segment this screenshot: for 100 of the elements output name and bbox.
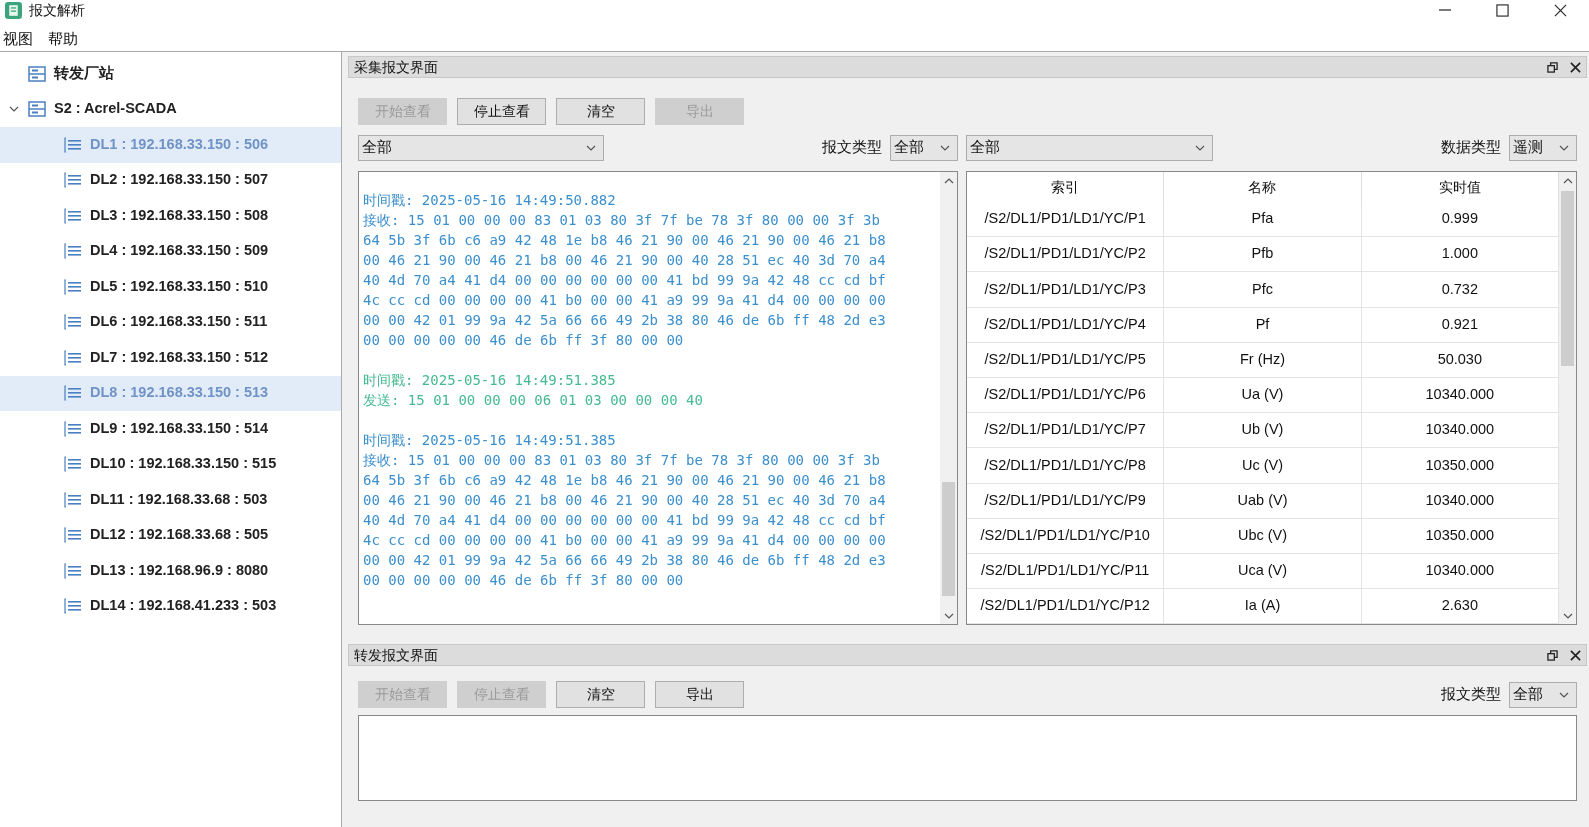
table-cell: /S2/DL1/PD1/LD1/YC/P2 — [967, 237, 1165, 272]
list-icon — [64, 278, 82, 295]
table-cell: /S2/DL1/PD1/LD1/YC/P5 — [967, 342, 1165, 377]
tree-item[interactable]: DL7 : 192.168.33.150 : 512 — [0, 340, 341, 376]
scroll-thumb[interactable] — [1561, 191, 1574, 366]
tree-item[interactable]: DL13 : 192.168.96.9 : 8080 — [0, 553, 341, 589]
table-cell: 10340.000 — [1361, 553, 1559, 589]
restore-icon[interactable] — [1547, 649, 1558, 661]
table-cell: Ub (V) — [1164, 413, 1362, 448]
tree-item[interactable]: DL6 : 192.168.33.150 : 511 — [0, 304, 341, 340]
dropdown[interactable]: 全部 — [966, 135, 1213, 161]
table-cell: /S2/DL1/PD1/LD1/YC/P10 — [967, 518, 1165, 553]
dropdown[interactable]: 全部 — [358, 135, 604, 161]
window-title: 报文解析 — [29, 0, 86, 20]
server-icon — [28, 101, 46, 118]
tree-item[interactable]: DL10 : 192.168.33.150 : 515 — [0, 446, 341, 482]
table-cell: Uca (V) — [1164, 553, 1362, 589]
column-header[interactable]: 名称 — [1164, 172, 1362, 202]
table-cell: Pfa — [1164, 202, 1362, 237]
list-icon — [64, 136, 82, 153]
toolbar-button[interactable]: 清空 — [556, 681, 645, 708]
log-entry: 时间戳: 2025-05-16 14:49:51.385 接收: 15 01 00 00 00 83 01 03 80 3f 7f be 78 3f 80 00 00 3f 3b 64 5b 3f 6b c6 a9 42 48 1e b8 46 21 90 00 46 21 90 00 46 21 b8 00 46 21 90 00 46 21 b8 00 46 21 90 00 40 28 51 ec 40 3d 70 a4 40 4d 70 a4 41 d4 00 00 00 00 00 00 41 bd 99 9a 42 48 cc cd bf 4c cc cd 00 00 00 00 41 b0 00 00 41 a9 99 9a 41 d4 00 00 00 00 00 00 42 01 99 9a 42 5a 66 66 49 2b 38 80 46 de 6b ff 48 2d e3 00 00 00 00 00 46 de 6b ff 3f 80 00 00 — [363, 431, 887, 590]
table-cell: 50.030 — [1361, 342, 1559, 377]
table-cell: 0.999 — [1361, 202, 1559, 237]
toolbar-button[interactable]: 导出 — [655, 681, 744, 708]
tree-item[interactable]: DL4 : 192.168.33.150 : 509 — [0, 233, 341, 269]
list-icon — [64, 207, 82, 224]
table-cell: 0.732 — [1361, 272, 1559, 307]
table-cell: Ua (V) — [1164, 377, 1362, 413]
tree-item[interactable]: DL12 : 192.168.33.68 : 505 — [0, 517, 341, 553]
list-icon — [64, 562, 82, 579]
dropdown[interactable]: 遥测 — [1509, 135, 1577, 161]
column-header[interactable]: 索引 — [967, 172, 1165, 202]
table-cell: /S2/DL1/PD1/LD1/YC/P11 — [967, 553, 1165, 589]
list-icon — [64, 598, 82, 615]
table-cell: Pfc — [1164, 272, 1362, 307]
table-cell: /S2/DL1/PD1/LD1/YC/P4 — [967, 307, 1165, 342]
scrollbar[interactable] — [1559, 172, 1576, 624]
table-cell: 10350.000 — [1361, 448, 1559, 483]
log-entry: 时间戳: 2025-05-16 14:49:51.385 发送: 15 01 00 00 00 06 01 03 00 00 00 40 — [363, 371, 704, 410]
panel-title: 采集报文界面 — [354, 57, 439, 77]
chevron-down-icon — [1559, 691, 1569, 698]
table-cell: Ubc (V) — [1164, 518, 1362, 553]
tree-item[interactable]: DL14 : 192.168.41.233 : 503 — [0, 588, 341, 624]
list-icon — [64, 420, 82, 437]
table-cell: /S2/DL1/PD1/LD1/YC/P8 — [967, 448, 1165, 483]
close-icon[interactable] — [1570, 61, 1581, 73]
menu-item[interactable]: 帮助 — [48, 28, 78, 51]
close-icon[interactable] — [1570, 649, 1581, 661]
table-cell: /S2/DL1/PD1/LD1/YC/P6 — [967, 377, 1165, 413]
list-icon — [64, 243, 82, 260]
list-icon — [64, 314, 82, 331]
table-cell: /S2/DL1/PD1/LD1/YC/P12 — [967, 589, 1165, 624]
toolbar-button[interactable]: 停止查看 — [457, 98, 546, 125]
table-cell: Fr (Hz) — [1164, 342, 1362, 377]
chevron-down-icon — [1559, 145, 1569, 151]
tree-item[interactable]: DL3 : 192.168.33.150 : 508 — [0, 198, 341, 234]
table-cell: /S2/DL1/PD1/LD1/YC/P1 — [967, 202, 1165, 237]
list-icon — [64, 456, 82, 473]
table-cell: 1.000 — [1361, 237, 1559, 272]
column-header[interactable]: 实时值 — [1361, 172, 1559, 202]
table-cell: 10350.000 — [1361, 518, 1559, 553]
list-icon — [64, 491, 82, 508]
table-cell: 2.630 — [1361, 589, 1559, 624]
restore-icon[interactable] — [1547, 61, 1558, 73]
tree-item[interactable]: DL5 : 192.168.33.150 : 510 — [0, 269, 341, 305]
tree-item[interactable]: DL11 : 192.168.33.68 : 503 — [0, 482, 341, 518]
list-icon — [64, 385, 82, 402]
scroll-up-icon — [943, 177, 954, 184]
scroll-down-icon — [943, 612, 954, 619]
table-cell: Pfb — [1164, 237, 1362, 272]
table-cell: /S2/DL1/PD1/LD1/YC/P3 — [967, 272, 1165, 307]
table-cell: Uab (V) — [1164, 483, 1362, 518]
table-cell: Pf — [1164, 307, 1362, 342]
dropdown[interactable]: 全部 — [890, 135, 958, 161]
table-cell: 10340.000 — [1361, 483, 1559, 518]
dropdown[interactable]: 全部 — [1509, 681, 1577, 708]
table-cell: 10340.000 — [1361, 377, 1559, 413]
scrollbar[interactable] — [940, 172, 957, 624]
chevron-down-icon — [940, 145, 950, 151]
toolbar-button[interactable]: 清空 — [556, 98, 645, 125]
field-label: 数据类型 — [1441, 138, 1501, 158]
scroll-thumb[interactable] — [942, 482, 955, 596]
table-cell: 0.921 — [1361, 307, 1559, 342]
chevron-down-icon — [1195, 145, 1205, 151]
menu-item[interactable]: 视图 — [3, 28, 33, 51]
tree-item[interactable]: S2 : Acrel-SCADA — [0, 91, 341, 127]
tree-item[interactable]: DL9 : 192.168.33.150 : 514 — [0, 411, 341, 447]
maximize-icon[interactable] — [1496, 3, 1509, 17]
scroll-up-icon — [1562, 177, 1573, 184]
log-entry: 时间戳: 2025-05-16 14:49:50.882 接收: 15 01 00 00 00 83 01 03 80 3f 7f be 78 3f 80 00 00 3f 3b 64 5b 3f 6b c6 a9 42 48 1e b8 46 21 90 00 46 21 90 00 46 21 b8 00 46 21 90 00 46 21 b8 00 46 21 90 00 40 28 51 ec 40 3d 70 a4 40 4d 70 a4 41 d4 00 00 00 00 00 00 41 bd 99 9a 42 48 cc cd bf 4c cc cd 00 00 00 00 41 b0 00 00 41 a9 99 9a 41 d4 00 00 00 00 00 00 42 01 99 9a 42 5a 66 66 49 2b 38 80 46 de 6b ff 48 2d e3 00 00 00 00 00 46 de 6b ff 3f 80 00 00 — [363, 191, 887, 350]
app-icon — [5, 1, 22, 19]
list-icon — [64, 349, 82, 366]
table-cell: /S2/DL1/PD1/LD1/YC/P9 — [967, 483, 1165, 518]
field-label: 报文类型 — [822, 138, 882, 158]
close-icon[interactable] — [1554, 3, 1567, 17]
tree-item[interactable]: 转发厂站 — [0, 56, 341, 92]
table-cell: Uc (V) — [1164, 448, 1362, 483]
tree-item[interactable]: DL2 : 192.168.33.150 : 507 — [0, 162, 341, 198]
table-cell: 10340.000 — [1361, 413, 1559, 448]
